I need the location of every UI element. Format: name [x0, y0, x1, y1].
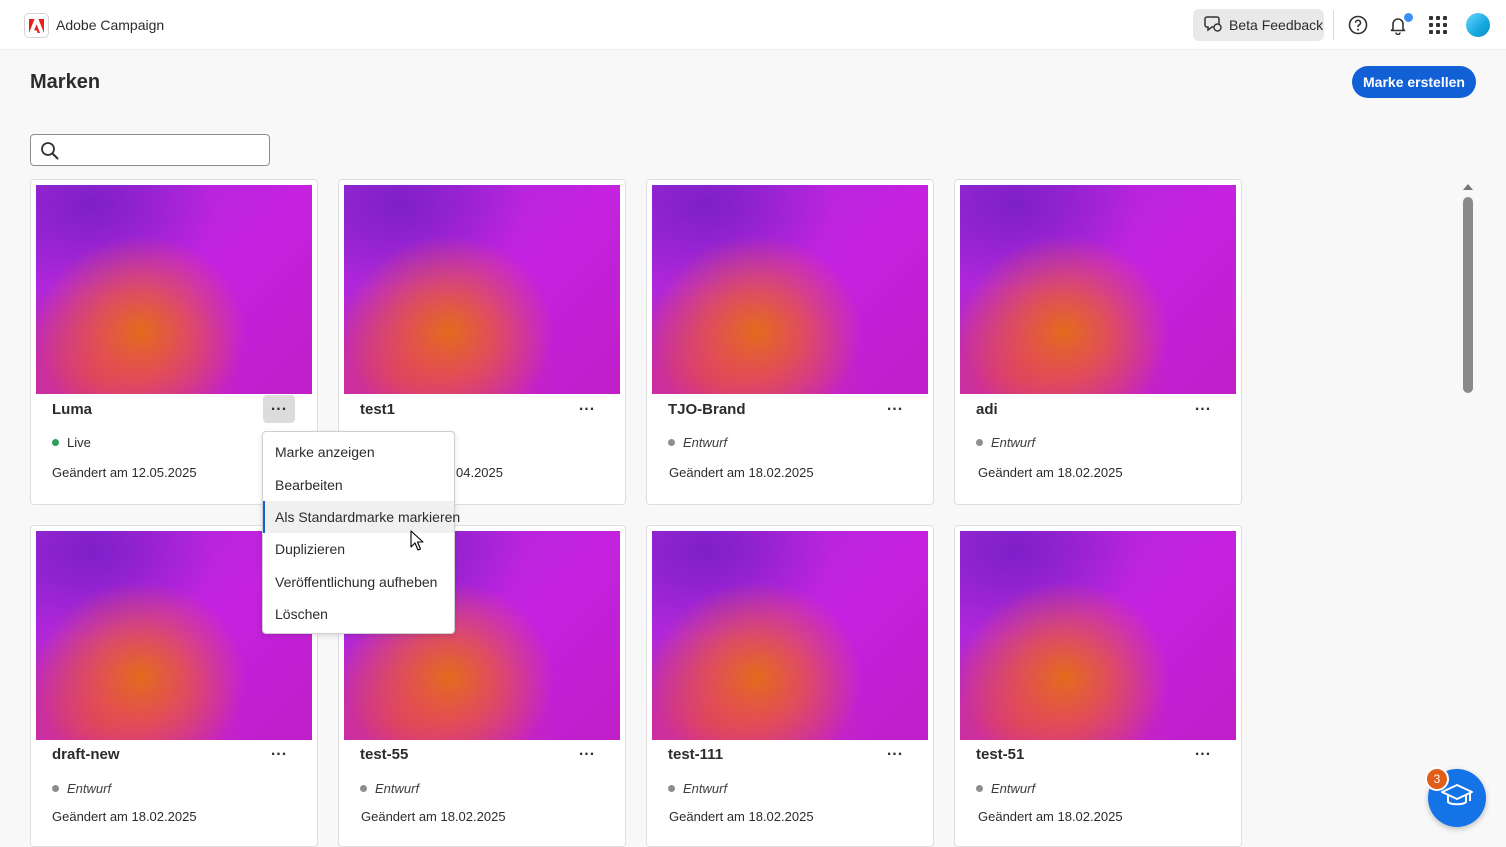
scroll-up-arrow-icon[interactable] [1463, 184, 1473, 190]
more-icon: ... [270, 397, 288, 414]
brand-name[interactable]: test-55 [360, 746, 408, 763]
search-field[interactable] [30, 134, 270, 166]
brand-card[interactable]: adi ... Entwurf Geändert am 18.02.2025 [954, 179, 1242, 505]
status-dot [360, 785, 367, 792]
menu-item-edit[interactable]: Bearbeiten [263, 468, 454, 500]
more-icon: ... [1194, 397, 1212, 414]
brand-thumbnail[interactable] [36, 185, 312, 394]
status-badge: Entwurf [52, 781, 111, 796]
menu-item-set-default[interactable]: Als Standardmarke markieren [263, 500, 460, 534]
brand-thumbnail[interactable] [960, 531, 1236, 740]
beta-feedback-button[interactable]: Beta Feedback [1193, 9, 1324, 41]
divider [1333, 10, 1334, 40]
brand-card[interactable]: TJO-Brand ... Entwurf Geändert am 18.02.… [646, 179, 934, 505]
status-dot [668, 439, 675, 446]
brand-thumbnail[interactable] [344, 185, 620, 394]
brand-card[interactable]: test-111 ... Entwurf Geändert am 18.02.2… [646, 525, 934, 847]
brand-thumbnail[interactable] [960, 185, 1236, 394]
menu-item-delete[interactable]: Löschen [263, 598, 454, 630]
card-context-menu: Marke anzeigen Bearbeiten Als Standardma… [262, 431, 460, 634]
app-grid-icon[interactable] [1426, 13, 1450, 37]
status-dot [976, 439, 983, 446]
modified-date: Geändert am 18.02.2025 [52, 809, 197, 824]
status-badge: Live [52, 435, 91, 450]
modified-date: Geändert am 18.02.2025 [669, 809, 814, 824]
more-icon: ... [578, 742, 596, 759]
more-actions-button[interactable]: ... [1187, 740, 1219, 768]
brand-name[interactable]: test-111 [668, 746, 723, 763]
create-brand-button[interactable]: Marke erstellen [1352, 66, 1476, 98]
menu-item-duplicate[interactable]: Duplizieren [263, 533, 454, 565]
more-icon: ... [1194, 742, 1212, 759]
scrollbar-thumb[interactable] [1463, 197, 1473, 393]
more-actions-button[interactable]: ... [263, 395, 295, 423]
brand-name[interactable]: TJO-Brand [668, 401, 746, 418]
search-input[interactable] [67, 141, 263, 161]
modified-date: Geändert am 18.02.2025 [361, 809, 506, 824]
status-badge: Entwurf [668, 781, 727, 796]
more-icon: ... [270, 742, 288, 759]
mouse-cursor-icon [410, 530, 424, 556]
avatar[interactable] [1466, 13, 1490, 37]
brand-name[interactable]: test-51 [976, 746, 1024, 763]
menu-item-view-brand[interactable]: Marke anzeigen [263, 436, 454, 468]
page-title: Marken [30, 71, 101, 93]
more-icon: ... [578, 397, 596, 414]
learn-count-badge: 3 [1425, 767, 1449, 791]
brand-name[interactable]: Luma [52, 401, 92, 418]
brand-thumbnail[interactable] [652, 185, 928, 394]
more-actions-button[interactable]: ... [879, 740, 911, 768]
more-actions-button[interactable]: ... [1187, 395, 1219, 423]
modified-date: 04.2025 [456, 465, 503, 480]
status-dot [668, 785, 675, 792]
more-actions-button[interactable]: ... [263, 740, 295, 768]
modified-date: Geändert am 18.02.2025 [978, 809, 1123, 824]
more-actions-button[interactable]: ... [879, 395, 911, 423]
status-dot [976, 785, 983, 792]
status-badge: Entwurf [976, 781, 1035, 796]
modified-date: Geändert am 12.05.2025 [52, 465, 197, 480]
feedback-icon [1204, 15, 1223, 36]
more-icon: ... [886, 397, 904, 414]
status-dot [52, 439, 59, 446]
brand-name[interactable]: test1 [360, 401, 395, 418]
brand-name[interactable]: adi [976, 401, 998, 418]
top-bar: Adobe Campaign Beta Feedback [0, 0, 1506, 50]
help-icon[interactable] [1346, 13, 1370, 37]
more-icon: ... [886, 742, 904, 759]
brand-name[interactable]: draft-new [52, 746, 120, 763]
status-badge: Entwurf [360, 781, 419, 796]
brand-card[interactable]: test-51 ... Entwurf Geändert am 18.02.20… [954, 525, 1242, 847]
more-actions-button[interactable]: ... [571, 740, 603, 768]
status-dot [52, 785, 59, 792]
status-badge: Entwurf [668, 435, 727, 450]
search-icon [40, 141, 60, 166]
notification-dot [1403, 12, 1414, 23]
status-badge: Entwurf [976, 435, 1035, 450]
app-name[interactable]: Adobe Campaign [56, 17, 164, 33]
modified-date: Geändert am 18.02.2025 [978, 465, 1123, 480]
more-actions-button[interactable]: ... [571, 395, 603, 423]
modified-date: Geändert am 18.02.2025 [669, 465, 814, 480]
adobe-logo-icon[interactable] [24, 13, 49, 38]
menu-item-unpublish[interactable]: Veröffentlichung aufheben [263, 566, 454, 598]
brand-thumbnail[interactable] [652, 531, 928, 740]
beta-feedback-label: Beta Feedback [1229, 17, 1324, 33]
